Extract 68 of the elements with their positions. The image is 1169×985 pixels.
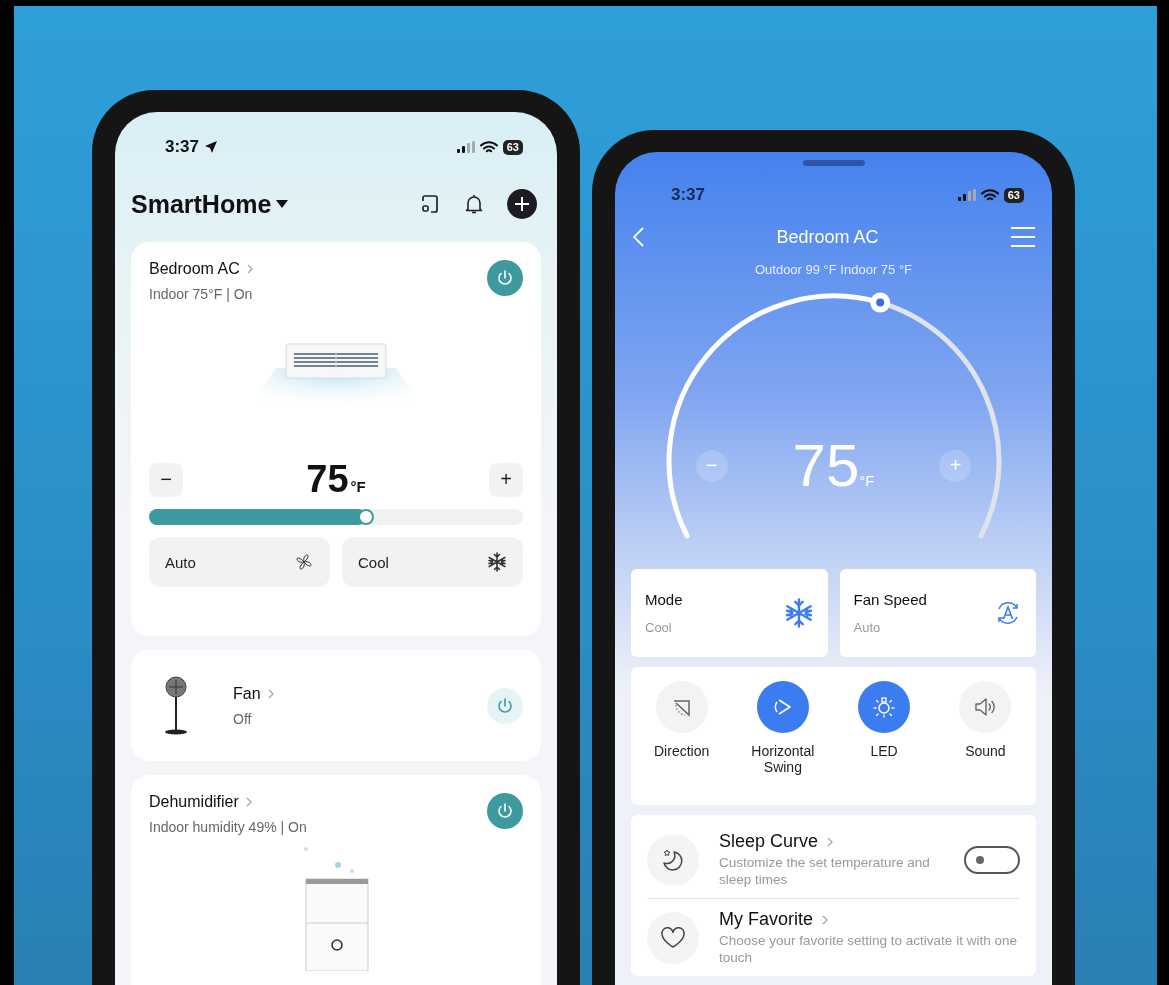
signal-icon [456, 141, 475, 153]
battery-indicator: 63 [502, 139, 523, 155]
power-button[interactable] [487, 793, 523, 829]
chevron-right-icon [826, 835, 835, 848]
chevron-right-icon [245, 263, 254, 275]
screen-title: Bedroom AC [776, 226, 879, 248]
home-title[interactable]: SmartHome [131, 189, 272, 219]
toggle-button[interactable] [756, 681, 809, 733]
feature-description: Customize the set temperature and sleep times [719, 854, 931, 888]
toggle-switch[interactable] [964, 845, 1020, 874]
wifi-icon [479, 140, 498, 154]
toggle-button[interactable] [858, 681, 911, 733]
heart-icon [660, 925, 686, 950]
device-name[interactable]: Bedroom AC [149, 260, 240, 278]
power-icon [496, 696, 514, 715]
fan-icon [294, 552, 314, 572]
setting-card[interactable]: Mode Cool [631, 569, 828, 657]
toggle-label: Direction [653, 743, 711, 759]
bell-icon[interactable] [463, 193, 485, 215]
device-status: Indoor humidity 49% | On [149, 819, 307, 835]
status-time: 3:37 [671, 185, 706, 205]
temperature-slider[interactable] [149, 509, 523, 525]
decrease-button[interactable]: − [149, 462, 183, 497]
temperature-value: 75 [306, 458, 349, 501]
temperature-unit: °F [350, 478, 366, 495]
outdoor-indoor-reading: Outdoor 99 °F Indoor 75 °F [753, 262, 914, 277]
chevron-right-icon [244, 796, 253, 808]
temperature-unit: °F [859, 472, 875, 489]
device-status: Indoor 75°F | On [149, 286, 254, 302]
back-icon[interactable] [631, 226, 645, 248]
toggle-label: LED [869, 743, 899, 759]
device-name[interactable]: Fan [233, 684, 261, 703]
setting-value: Cool [645, 620, 673, 635]
power-icon [496, 802, 514, 820]
add-icon[interactable] [507, 189, 537, 219]
snowflake-icon [487, 552, 507, 572]
device-status: Off [233, 710, 253, 727]
chevron-right-icon [821, 913, 830, 926]
mode-button[interactable]: Auto [149, 537, 330, 587]
light-bulb-icon [872, 695, 897, 719]
location-arrow-icon [204, 140, 219, 154]
dial-thumb[interactable] [869, 292, 890, 313]
feature-title[interactable]: My Favorite [719, 909, 814, 930]
feature-title[interactable]: Sleep Curve [719, 831, 819, 852]
power-icon [496, 269, 514, 287]
chevron-right-icon [266, 687, 275, 700]
power-button[interactable] [487, 260, 523, 296]
setting-label: Mode [645, 591, 683, 608]
mode-button[interactable]: Cool [342, 537, 523, 587]
snowflake-icon [783, 598, 814, 628]
power-button[interactable] [487, 687, 523, 724]
setting-value: Auto [853, 620, 882, 635]
setting-label: Fan Speed [853, 591, 927, 608]
battery-indicator: 63 [1003, 187, 1024, 203]
signal-icon [957, 189, 976, 201]
setting-card[interactable]: Fan Speed Auto [839, 569, 1036, 657]
increase-button[interactable]: + [489, 462, 523, 497]
status-time: 3:37 [165, 137, 200, 157]
wifi-icon [980, 188, 999, 202]
cast-icon[interactable] [419, 193, 441, 215]
menu-icon[interactable] [1010, 226, 1036, 248]
toggle-label: Horizontal Swing [750, 743, 816, 775]
speaker-icon [973, 696, 998, 718]
toggle-label: Sound [964, 743, 1007, 759]
device-name[interactable]: Dehumidifier [149, 793, 239, 811]
feature-description: Choose your favorite setting to activate it with one touch [719, 932, 1018, 966]
temperature-value: 75 [792, 431, 860, 500]
caret-down-icon [275, 199, 290, 209]
